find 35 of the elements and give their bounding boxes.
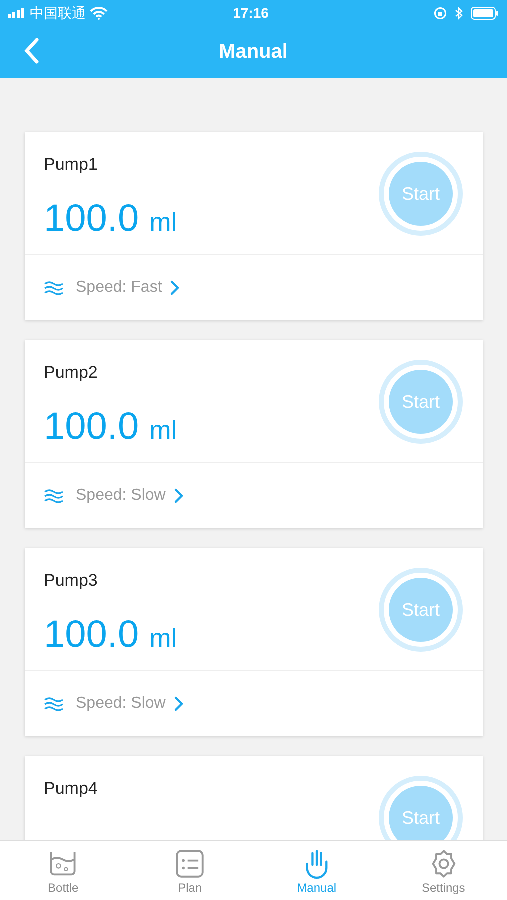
page-title: Manual — [219, 40, 288, 65]
chevron-right-icon — [170, 280, 180, 296]
volume-reading: 100.0 ml — [44, 200, 178, 238]
speed-link[interactable]: Speed: Slow — [44, 692, 184, 716]
battery-icon — [471, 6, 499, 20]
bluetooth-icon — [455, 6, 463, 20]
speed-link[interactable]: Speed: Fast — [44, 276, 180, 300]
tab-item[interactable]: Bottle — [0, 841, 127, 900]
start-button[interactable]: Start — [379, 776, 463, 840]
speed-link[interactable]: Speed: Slow — [44, 484, 184, 508]
rotation-lock-icon — [434, 6, 447, 20]
pump-name: Pump4 — [44, 778, 99, 800]
status-time: 17:16 — [233, 4, 269, 22]
tab-item[interactable]: Plan — [126, 841, 254, 900]
signal-icon — [8, 8, 26, 18]
plan-icon — [175, 848, 206, 878]
start-button[interactable]: Start — [379, 360, 463, 444]
back-icon — [24, 38, 40, 64]
tab-item[interactable]: Settings — [380, 841, 507, 900]
carrier-name: 中国联通 — [30, 4, 86, 22]
wifi-icon — [90, 6, 108, 20]
chevron-right-icon — [174, 696, 184, 712]
pump-name: Pump1 — [44, 154, 99, 176]
start-button[interactable]: Start — [379, 568, 463, 652]
back-button[interactable] — [24, 38, 40, 64]
waves-icon — [44, 488, 64, 502]
waves-icon — [44, 280, 64, 294]
pump-name: Pump3 — [44, 570, 99, 592]
volume-reading: 100.0 ml — [44, 616, 178, 654]
volume-reading: 100.0 ml — [44, 408, 178, 446]
chevron-right-icon — [174, 488, 184, 504]
start-button[interactable]: Start — [379, 152, 463, 236]
waves-icon — [44, 696, 64, 710]
tab-item[interactable]: Manual — [254, 841, 380, 900]
pump-name: Pump2 — [44, 362, 99, 384]
